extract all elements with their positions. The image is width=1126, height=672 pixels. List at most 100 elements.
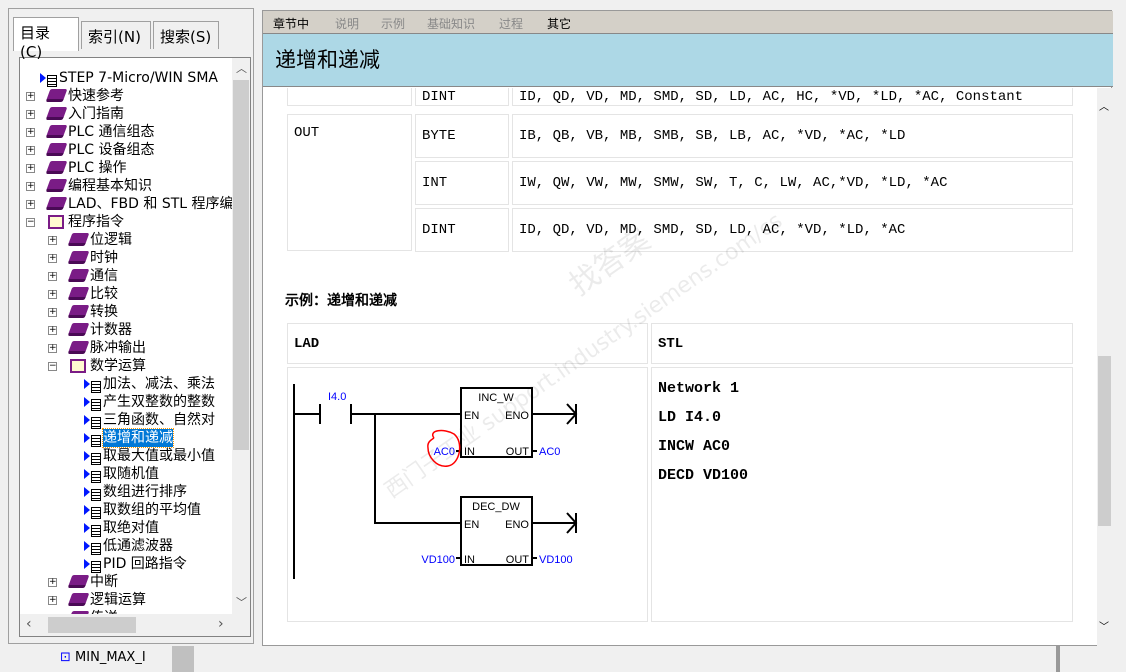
example-heading: 示例：递增和递减 xyxy=(285,293,397,309)
topic-page-icon xyxy=(84,539,101,555)
tree-item-label: 取最大值或最小值 xyxy=(103,448,215,464)
tree-item[interactable]: 加法、减法、乘法 xyxy=(20,375,232,393)
pin-en: EN xyxy=(464,410,479,422)
open-book-icon xyxy=(48,215,64,229)
expand-icon[interactable]: + xyxy=(48,236,57,245)
table-cell xyxy=(287,88,412,106)
tree-item[interactable]: 低通滤波器 xyxy=(20,537,232,555)
scrollbar-thumb[interactable] xyxy=(233,80,249,450)
tree-item[interactable]: 三角函数、自然对 xyxy=(20,411,232,429)
tree-horizontal-scrollbar[interactable]: ‹ › xyxy=(20,614,250,636)
tree-item[interactable]: + 通信 xyxy=(20,267,232,285)
tree-item[interactable]: + 脉冲输出 xyxy=(20,339,232,357)
tree-item[interactable]: PID 回路指令 xyxy=(20,555,232,573)
operand-out: VD100 xyxy=(539,554,573,566)
tree-item[interactable]: STEP 7-Micro/WIN SMA xyxy=(20,69,232,87)
nav-link[interactable]: 章节中 xyxy=(273,15,309,32)
table-cell: ID, QD, VD, MD, SMD, SD, LD, AC, *VD, *L… xyxy=(512,208,1073,252)
tab-search[interactable]: 搜索(S) xyxy=(153,21,219,49)
box-name: DEC_DW xyxy=(472,501,520,513)
collapse-icon[interactable]: − xyxy=(48,362,57,371)
nav-link[interactable]: 过程 xyxy=(499,15,523,32)
tree-item[interactable]: 取随机值 xyxy=(20,465,232,483)
scroll-right-icon[interactable]: › xyxy=(218,616,224,632)
expand-icon[interactable]: + xyxy=(26,164,35,173)
tree-item[interactable]: − 数学运算 xyxy=(20,357,232,375)
expand-icon[interactable]: + xyxy=(26,92,35,101)
expand-icon[interactable]: + xyxy=(48,578,57,587)
tree-item[interactable]: + PLC 设备组态 xyxy=(20,141,232,159)
tree-item-label: 低通滤波器 xyxy=(103,538,173,554)
expand-icon[interactable]: + xyxy=(48,290,57,299)
scroll-down-icon[interactable]: ﹀ xyxy=(236,594,247,610)
expand-icon[interactable]: + xyxy=(48,272,57,281)
expand-icon[interactable]: + xyxy=(26,128,35,137)
tree-item[interactable]: + 比较 xyxy=(20,285,232,303)
topic-page-icon xyxy=(84,449,101,465)
tab-index[interactable]: 索引(N) xyxy=(81,21,151,49)
tree-item[interactable]: + 转换 xyxy=(20,303,232,321)
tree-item[interactable]: + 逻辑运算 xyxy=(20,591,232,609)
tree-item[interactable]: 取最大值或最小值 xyxy=(20,447,232,465)
expand-icon[interactable]: + xyxy=(48,596,57,605)
topic-page-icon xyxy=(84,557,101,573)
scrollbar-thumb[interactable] xyxy=(48,617,136,633)
pin-en: EN xyxy=(464,519,479,531)
tree-item[interactable]: + 位逻辑 xyxy=(20,231,232,249)
scroll-down-icon[interactable]: ﹀ xyxy=(1099,618,1109,633)
tab-contents[interactable]: 目录(C) xyxy=(13,17,79,61)
expand-icon[interactable]: + xyxy=(48,344,57,353)
tree-item[interactable]: + 时钟 xyxy=(20,249,232,267)
nav-link[interactable]: 说明 xyxy=(335,15,359,32)
tree-vertical-scrollbar[interactable]: ︿ ﹀ xyxy=(232,58,250,614)
expand-icon[interactable]: + xyxy=(26,200,35,209)
expand-icon[interactable]: + xyxy=(48,326,57,335)
divider xyxy=(1056,646,1060,672)
pin-out: OUT xyxy=(506,446,530,458)
expand-icon[interactable]: + xyxy=(26,110,35,119)
stl-line: Network 1 xyxy=(658,380,740,397)
nav-link[interactable]: 基础知识 xyxy=(427,15,475,32)
tree-item[interactable]: − 程序指令 xyxy=(20,213,232,231)
tree-item-label: 数学运算 xyxy=(90,358,146,374)
book-icon xyxy=(45,125,68,138)
tree-item-label: PID 回路指令 xyxy=(103,556,187,572)
nav-link[interactable]: 其它 xyxy=(547,15,571,32)
book-icon xyxy=(67,233,90,246)
scroll-left-icon[interactable]: ‹ xyxy=(26,616,32,632)
tree-item[interactable]: 递增和递减 xyxy=(20,428,232,448)
tree-item[interactable]: + 中断 xyxy=(20,573,232,591)
tree-item-label: 取随机值 xyxy=(103,466,159,482)
tree-item[interactable]: + PLC 通信组态 xyxy=(20,123,232,141)
book-icon xyxy=(45,107,68,120)
tree-item[interactable]: + 快速参考 xyxy=(20,87,232,105)
collapse-icon[interactable]: − xyxy=(26,218,35,227)
tree-item[interactable]: 取绝对值 xyxy=(20,519,232,537)
book-icon xyxy=(67,269,90,282)
tree-item[interactable]: 取数组的平均值 xyxy=(20,501,232,519)
expand-icon[interactable]: + xyxy=(26,146,35,155)
expand-icon[interactable]: + xyxy=(48,254,57,263)
tree-item[interactable]: + 入门指南 xyxy=(20,105,232,123)
content-vertical-scrollbar[interactable]: ︿ ﹀ xyxy=(1097,88,1112,646)
topic-page-icon xyxy=(84,467,101,483)
project-tree-item[interactable]: ⊡ MIN_MAX_I xyxy=(60,650,146,665)
expand-icon[interactable]: + xyxy=(26,182,35,191)
tree-item[interactable]: + 计数器 xyxy=(20,321,232,339)
tree-item-label: 比较 xyxy=(90,286,118,302)
tree-item[interactable]: + LAD、FBD 和 STL 程序编 xyxy=(20,195,232,213)
tree-item[interactable]: 数组进行排序 xyxy=(20,483,232,501)
topic-page-icon xyxy=(84,413,101,429)
tree-item[interactable]: 产生双整数的整数 xyxy=(20,393,232,411)
block-icon: ⊡ xyxy=(60,650,71,665)
tree-item[interactable]: + 编程基本知识 xyxy=(20,177,232,195)
tree-item-label: PLC 通信组态 xyxy=(68,124,155,140)
expand-icon[interactable]: + xyxy=(48,308,57,317)
tree-item[interactable]: + PLC 操作 xyxy=(20,159,232,177)
table-cell: IB, QB, VB, MB, SMB, SB, LB, AC, *VD, *A… xyxy=(512,114,1073,158)
tree-item-label: PLC 设备组态 xyxy=(68,142,155,158)
nav-link[interactable]: 示例 xyxy=(381,15,405,32)
scrollbar-thumb[interactable] xyxy=(1098,356,1111,526)
scroll-up-icon[interactable]: ︿ xyxy=(1099,98,1109,113)
scroll-up-icon[interactable]: ︿ xyxy=(236,60,247,76)
